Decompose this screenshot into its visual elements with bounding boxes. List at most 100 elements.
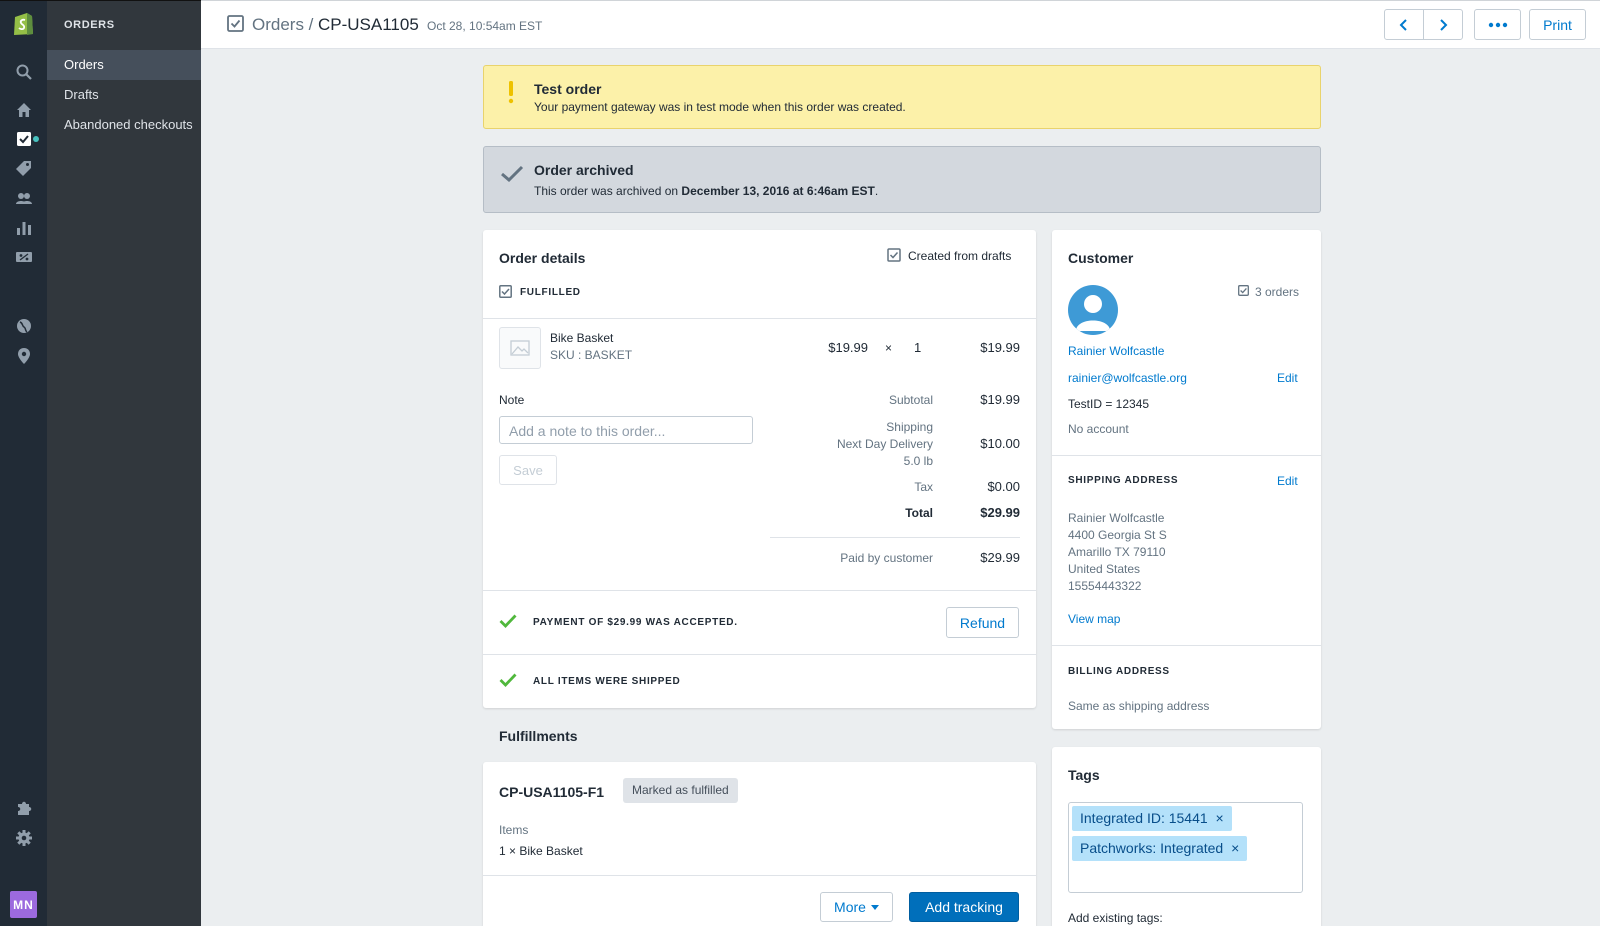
refund-button[interactable]: Refund <box>946 607 1019 638</box>
ellipsis-icon <box>1488 22 1507 27</box>
success-check-icon <box>499 673 517 687</box>
customer-email-link[interactable]: rainier@wolfcastle.org <box>1068 371 1187 385</box>
shipping-weight: 5.0 lb <box>903 454 933 468</box>
orders-subnav: ORDERS Orders Drafts Abandoned checkouts <box>47 0 201 926</box>
remove-tag-button[interactable]: × <box>1231 840 1239 856</box>
shipping-label: Shipping <box>886 420 933 434</box>
items-label: Items <box>499 823 529 837</box>
view-map-link[interactable]: View map <box>1068 612 1120 626</box>
tag-chip: Patchworks: Integrated × <box>1072 836 1248 861</box>
orders-notification-dot <box>33 136 39 142</box>
discounts-icon[interactable] <box>15 248 33 266</box>
previous-order-button[interactable] <box>1384 9 1424 40</box>
print-button[interactable]: Print <box>1529 9 1586 40</box>
customer-card: Customer 3 orders Rainier Wolfcastle rai… <box>1052 230 1321 729</box>
drafts-icon <box>887 248 901 262</box>
shopify-logo-icon[interactable] <box>12 11 35 36</box>
image-placeholder-icon <box>510 340 530 356</box>
customer-avatar-icon <box>1068 285 1118 335</box>
line-total: $19.99 <box>980 340 1020 355</box>
shipping-value: $10.00 <box>980 436 1020 451</box>
banner-title: Order archived <box>534 162 634 178</box>
shipping-address-heading: SHIPPING ADDRESS <box>1068 475 1179 486</box>
edit-shipping-address-link[interactable]: Edit <box>1277 474 1298 488</box>
apps-puzzle-icon[interactable] <box>15 799 33 817</box>
payment-status: PAYMENT OF $29.99 WAS ACCEPTED. <box>533 617 738 628</box>
customer-name-link[interactable]: Rainier Wolfcastle <box>1068 344 1164 358</box>
tag-chip: Integrated ID: 15441 × <box>1072 806 1232 831</box>
customer-test-id: TestID = 12345 <box>1068 397 1150 411</box>
search-icon[interactable] <box>15 63 33 81</box>
order-archived-banner: Order archived This order was archived o… <box>483 146 1321 213</box>
chevron-right-icon <box>1440 18 1448 31</box>
remove-tag-button[interactable]: × <box>1216 810 1224 826</box>
card-title: Order details <box>499 250 586 266</box>
paid-label: Paid by customer <box>840 551 933 565</box>
subnav-item-drafts[interactable]: Drafts <box>47 80 201 110</box>
quantity: 1 <box>914 340 922 355</box>
settings-gear-icon[interactable] <box>15 829 33 847</box>
fulfillments-heading: Fulfillments <box>499 728 578 744</box>
icon-rail: MN <box>0 0 47 926</box>
success-check-icon <box>499 614 517 628</box>
card-title: Customer <box>1068 250 1134 266</box>
orders-icon <box>1238 285 1249 296</box>
fulfillment-status: FULFILLED <box>520 287 581 298</box>
next-order-button[interactable] <box>1423 9 1463 40</box>
save-note-button[interactable]: Save <box>499 455 557 485</box>
location-pin-icon[interactable] <box>15 347 33 365</box>
total-value: $29.99 <box>980 505 1020 520</box>
add-tracking-button[interactable]: Add tracking <box>909 892 1019 922</box>
banner-text: Your payment gateway was in test mode wh… <box>534 100 906 114</box>
fulfilled-icon <box>499 285 512 298</box>
total-label: Total <box>905 506 933 520</box>
fulfillment-id: CP-USA1105-F1 <box>499 784 605 800</box>
product-thumbnail[interactable] <box>499 327 541 369</box>
add-existing-tags-label: Add existing tags: <box>1068 911 1163 925</box>
tax-label: Tax <box>914 480 933 494</box>
user-avatar[interactable]: MN <box>10 891 37 918</box>
times-sign: × <box>885 341 893 355</box>
unit-price: $19.99 <box>828 340 868 355</box>
subtotal-label: Subtotal <box>888 393 933 407</box>
card-title: Tags <box>1068 767 1100 783</box>
shipping-address: Rainier Wolfcastle 4400 Georgia St S Ama… <box>1068 511 1167 593</box>
more-actions-button[interactable] <box>1474 9 1521 40</box>
product-name[interactable]: Bike Basket <box>550 331 613 345</box>
fulfillment-card: CP-USA1105-F1 Marked as fulfilled Items … <box>483 762 1036 926</box>
subnav-item-orders[interactable]: Orders <box>47 50 201 80</box>
tags-input[interactable]: Integrated ID: 15441 × Patchworks: Integ… <box>1068 802 1303 893</box>
billing-address-heading: BILLING ADDRESS <box>1068 666 1170 677</box>
more-dropdown-button[interactable]: More <box>820 892 893 922</box>
online-store-globe-icon[interactable] <box>15 317 33 335</box>
subnav-item-abandoned-checkouts[interactable]: Abandoned checkouts <box>47 110 201 140</box>
customer-orders-count[interactable]: 3 orders <box>1255 285 1299 299</box>
page-title: CP-USA1105 <box>318 15 419 34</box>
analytics-icon[interactable] <box>15 219 33 237</box>
checkmark-icon <box>501 165 524 183</box>
edit-contact-link[interactable]: Edit <box>1277 371 1298 385</box>
products-tag-icon[interactable] <box>15 159 33 177</box>
banner-text: This order was archived on December 13, … <box>534 184 879 198</box>
subnav-heading: ORDERS <box>64 19 115 31</box>
customers-icon[interactable] <box>15 189 33 207</box>
note-label: Note <box>499 393 525 407</box>
orders-icon <box>227 15 244 32</box>
orders-icon[interactable] <box>15 130 33 148</box>
order-date: Oct 28, 10:54am EST <box>427 19 543 33</box>
caret-down-icon <box>870 904 879 910</box>
customer-account-status: No account <box>1068 422 1129 436</box>
billing-address: Same as shipping address <box>1068 699 1210 713</box>
note-input[interactable]: Add a note to this order... <box>499 416 753 444</box>
tags-card: Tags Integrated ID: 15441 × Patchworks: … <box>1052 747 1321 926</box>
breadcrumb-orders[interactable]: Orders / <box>252 15 313 35</box>
test-order-banner: Test order Your payment gateway was in t… <box>483 65 1321 129</box>
chevron-left-icon <box>1399 18 1407 31</box>
home-icon[interactable] <box>15 101 33 119</box>
order-details-card: Order details Created from drafts FULFIL… <box>483 230 1036 708</box>
fulfillment-items: 1 × Bike Basket <box>499 844 583 858</box>
banner-title: Test order <box>534 81 602 97</box>
warning-exclamation-icon <box>508 81 514 104</box>
subtotal-value: $19.99 <box>980 392 1020 407</box>
shipping-method: Next Day Delivery <box>836 437 933 451</box>
